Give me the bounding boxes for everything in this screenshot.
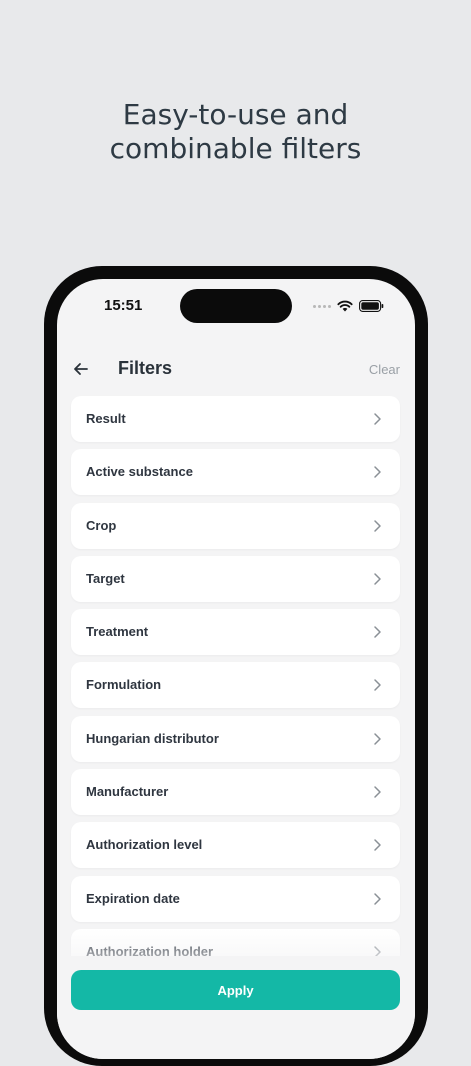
filter-row-label: Result [86, 411, 126, 426]
filter-row-label: Authorization level [86, 837, 203, 853]
chevron-right-icon [374, 786, 381, 798]
filter-row[interactable]: Treatment [71, 609, 400, 656]
battery-icon [359, 300, 384, 312]
clear-button[interactable]: Clear [369, 362, 400, 377]
filter-row-label: Expiration date [86, 890, 180, 906]
chevron-right-icon [374, 733, 381, 745]
headline-line-1: Easy-to-use and [122, 98, 349, 131]
headline: Easy-to-use and combinable filters [0, 98, 471, 166]
filter-row[interactable]: Active substance [71, 449, 400, 496]
filter-row-label: Manufacturer [86, 784, 169, 800]
chevron-right-icon [374, 839, 381, 852]
phone-screen: 15:51 Filters Clear Result Active substan… [57, 279, 415, 1059]
filter-row[interactable]: Expiration date [71, 875, 400, 922]
chevron-right-icon [374, 519, 381, 532]
chevron-right-icon [374, 413, 381, 425]
chevron-right-icon [374, 892, 381, 905]
filter-row[interactable]: Formulation [71, 662, 400, 709]
status-time: 15:51 [104, 297, 143, 314]
status-icons [313, 299, 384, 313]
signal-dots-icon [313, 304, 331, 308]
filter-row-label: Formulation [86, 677, 162, 693]
filter-row[interactable]: Manufacturer [71, 769, 400, 816]
chevron-right-icon [374, 573, 381, 585]
filter-row-label: Hungarian distributor [86, 730, 219, 746]
chevron-right-icon [374, 679, 381, 692]
arrow-left-icon[interactable] [71, 359, 91, 379]
page-title: Filters [118, 358, 173, 378]
filter-row-label: Active substance [86, 464, 193, 480]
phone-frame: 15:51 Filters Clear Result Active substan… [44, 266, 428, 1066]
wifi-icon [337, 300, 353, 312]
filter-row[interactable]: Result [71, 396, 400, 442]
filter-row[interactable]: Hungarian distributor [71, 715, 400, 762]
headline-line-2: combinable filters [109, 132, 362, 165]
filter-row[interactable]: Crop [71, 502, 400, 549]
filter-list: Result Active substance Crop Target Treatmen… [71, 396, 400, 982]
filter-row-label: Target [86, 570, 125, 586]
apply-button[interactable]: Apply [71, 970, 400, 1010]
dynamic-island [180, 289, 292, 323]
filter-row[interactable]: Authorization level [71, 822, 400, 869]
chevron-right-icon [374, 466, 381, 479]
chevron-right-icon [374, 626, 381, 638]
filter-row[interactable]: Target [71, 555, 400, 602]
filter-row-label: Crop [86, 517, 117, 533]
filter-row-label: Treatment [86, 624, 149, 640]
